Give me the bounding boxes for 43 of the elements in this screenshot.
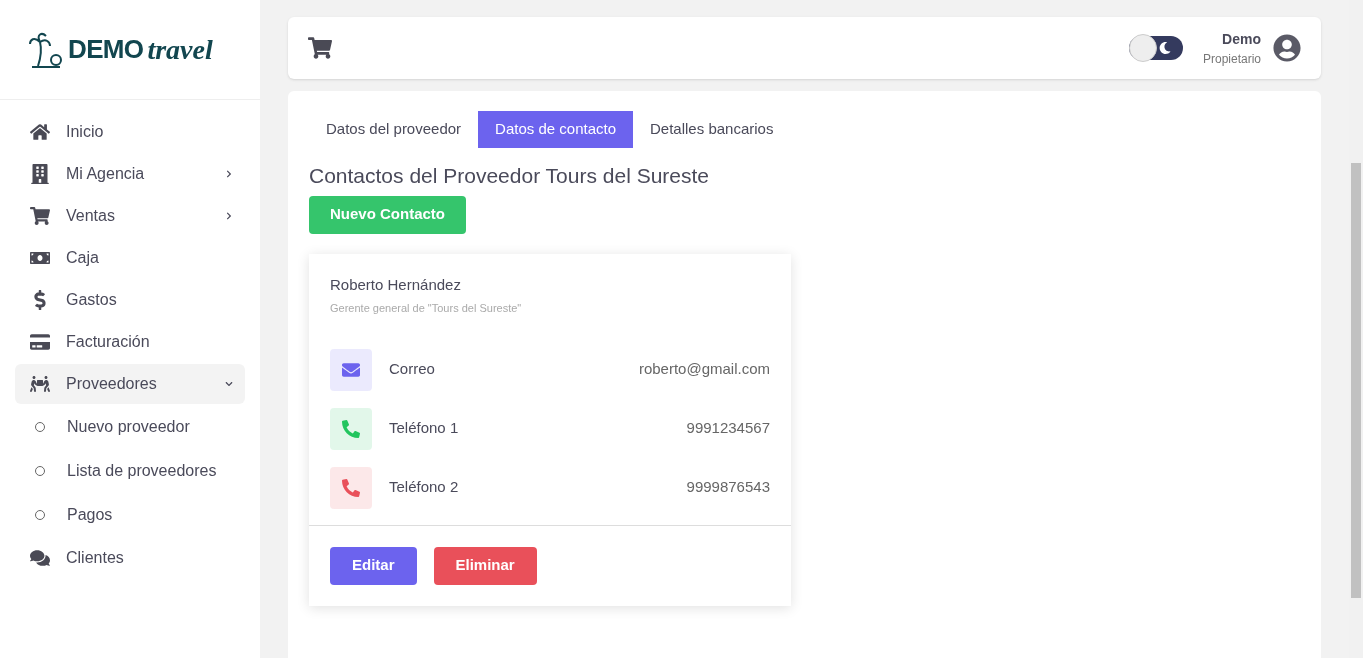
- contact-value: 9999876543: [686, 477, 770, 498]
- people-carrying-icon: [30, 374, 50, 394]
- phone-icon: [342, 419, 360, 438]
- page-heading: Contactos del Proveedor Tours del Sureste: [309, 163, 710, 189]
- logo[interactable]: DEMOtravel: [28, 28, 213, 71]
- phone-icon: [342, 478, 360, 497]
- sidebar-item[interactable]: Clientes: [15, 538, 245, 578]
- user-name: Demo: [1222, 29, 1261, 49]
- sidebar-item[interactable]: Caja: [15, 238, 245, 278]
- card-icon: [30, 332, 50, 352]
- edit-button[interactable]: Editar: [330, 546, 417, 585]
- user-role: Propietario: [1202, 50, 1261, 68]
- sidebar-item[interactable]: Proveedores: [15, 364, 245, 404]
- submenu-item[interactable]: Pagos: [15, 494, 245, 536]
- logo-script: travel: [147, 32, 213, 67]
- moon-icon: [1158, 42, 1171, 54]
- contact-label: Teléfono 2: [389, 477, 460, 498]
- logo-text: DEMO: [68, 33, 144, 66]
- envelope-icon: [342, 360, 360, 379]
- dark-mode-toggle[interactable]: [1128, 36, 1183, 60]
- sidebar-item[interactable]: Ventas: [15, 196, 245, 236]
- contact-label: Teléfono 1: [389, 418, 460, 439]
- home-icon: [30, 122, 50, 142]
- building-icon: [30, 164, 50, 184]
- avatar-icon[interactable]: [1273, 34, 1301, 62]
- chat-bubbles-icon: [30, 548, 50, 568]
- tab[interactable]: Datos del proveedor: [309, 111, 479, 148]
- tab[interactable]: Detalles bancarios: [633, 111, 791, 148]
- cart-icon[interactable]: [308, 36, 332, 60]
- contact-subtitle: Gerente general de "Tours del Sureste": [330, 301, 523, 316]
- sidebar-item[interactable]: Gastos: [15, 280, 245, 320]
- contact-name: Roberto Hernández: [330, 274, 462, 295]
- sidebar-item[interactable]: Facturación: [15, 322, 245, 362]
- submenu-item[interactable]: Lista de proveedores: [15, 450, 245, 492]
- cart-icon: [30, 206, 50, 226]
- sidebar-item[interactable]: Mi Agencia: [15, 154, 245, 194]
- sidebar-item[interactable]: Inicio: [15, 112, 245, 152]
- delete-button[interactable]: Eliminar: [433, 546, 537, 585]
- tab[interactable]: Datos de contacto: [478, 111, 633, 148]
- contact-value: 9991234567: [686, 418, 770, 439]
- submenu-item[interactable]: Nuevo proveedor: [15, 406, 245, 448]
- contact-label: Correo: [389, 359, 436, 380]
- contact-value: roberto@gmail.com: [638, 359, 770, 380]
